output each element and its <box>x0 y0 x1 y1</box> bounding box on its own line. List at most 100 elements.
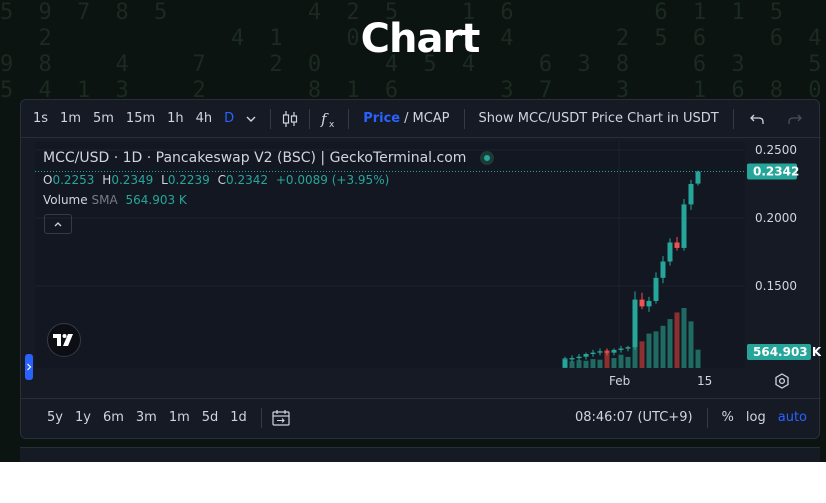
candle-body <box>569 358 575 360</box>
log-scale-toggle[interactable]: log <box>740 410 772 425</box>
volume-badge: 564.903 K <box>753 345 821 359</box>
candle-body <box>688 184 694 205</box>
tradingview-logo[interactable] <box>47 323 81 357</box>
time-axis[interactable]: Feb 15 <box>35 368 745 394</box>
show-usdt-chart-button[interactable]: Show MCC/USDT Price Chart in USDT <box>473 111 725 126</box>
chart-settings-icon[interactable] <box>773 372 791 394</box>
toolbar-divider <box>732 108 734 129</box>
open-value: 0.2253 <box>52 173 95 187</box>
ohlc-values: O0.2253 H0.2349 L0.2239 C0.2342 +0.0089 … <box>43 173 390 187</box>
toolbar-divider <box>309 108 311 129</box>
time-tick-feb: Feb <box>609 374 631 388</box>
toolbar-divider <box>270 108 272 129</box>
redo-icon[interactable] <box>784 108 806 130</box>
volume-bar <box>597 359 603 368</box>
candle-body <box>618 348 624 350</box>
range-5y[interactable]: 5y <box>41 410 69 425</box>
svg-text:f: f <box>320 110 329 128</box>
range-1y[interactable]: 1y <box>69 410 97 425</box>
undo-icon[interactable] <box>746 108 768 130</box>
volume-bar <box>660 325 666 368</box>
change-value: +0.0089 (+3.95%) <box>275 173 390 187</box>
interval-1h[interactable]: 1h <box>161 111 190 126</box>
toolbar-divider <box>463 108 465 129</box>
price-tick-label: 0.2500 <box>755 143 797 157</box>
range-divider <box>706 407 708 428</box>
range-6m[interactable]: 6m <box>97 410 130 425</box>
price-mcap-slash: / <box>404 111 409 126</box>
price-tick-label: 0.1500 <box>755 279 797 293</box>
volume-bar <box>625 356 631 368</box>
candle-body <box>611 349 617 353</box>
candle-body <box>576 356 582 359</box>
volume-bar <box>653 331 659 368</box>
volume-bar <box>646 333 652 368</box>
candle-body <box>681 204 687 248</box>
volume-value: 564.903 K <box>125 193 187 207</box>
sidebar-toggle-handle[interactable] <box>25 354 33 380</box>
volume-bar <box>681 308 687 368</box>
range-5d[interactable]: 5d <box>196 410 225 425</box>
price-toggle[interactable]: Price <box>357 111 402 126</box>
interval-4h[interactable]: 4h <box>190 111 219 126</box>
volume-label: Volume <box>43 193 88 207</box>
candle-body <box>625 347 631 349</box>
go-to-date-icon[interactable] <box>270 407 292 429</box>
current-price-badge: 0.2342 <box>753 164 799 178</box>
price-tick-label: 0.2000 <box>755 211 797 225</box>
range-divider <box>260 407 262 428</box>
range-3m[interactable]: 3m <box>130 410 163 425</box>
utc-clock[interactable]: 08:46:07 (UTC+9) <box>569 410 699 425</box>
chevron-up-icon <box>54 222 62 227</box>
page-bottom-strip <box>0 462 826 503</box>
candle-body <box>639 299 645 307</box>
interval-15m[interactable]: 15m <box>120 111 161 126</box>
page-title: Chart <box>360 16 481 62</box>
volume-bar <box>583 360 589 368</box>
candle-body <box>646 300 652 307</box>
candle-body <box>597 351 603 353</box>
price-axis[interactable]: 0.2500 0.2000 0.1500 0.2342 564.903 K <box>747 138 822 368</box>
mcap-toggle[interactable]: MCAP <box>411 111 456 126</box>
volume-bar <box>688 321 694 368</box>
volume-bar <box>611 358 617 368</box>
interval-1m[interactable]: 1m <box>54 111 87 126</box>
range-1d[interactable]: 1d <box>224 410 253 425</box>
candles-icon[interactable] <box>279 108 301 130</box>
candle-body <box>667 242 673 262</box>
volume-bar <box>576 360 582 368</box>
chart-legend: MCC/USD · 1D · Pancakeswap V2 (BSC) | Ge… <box>43 150 495 207</box>
volume-bar <box>618 354 624 368</box>
close-value: 0.2342 <box>226 173 269 187</box>
candle-body <box>674 242 680 248</box>
interval-1s[interactable]: 1s <box>27 111 54 126</box>
chart-toolbar: 1s 1m 5m 15m 1h 4h D f x Price / MCAP Sh… <box>21 100 821 138</box>
toolbar-divider <box>348 108 350 129</box>
percent-scale-toggle[interactable]: % <box>716 410 740 425</box>
sma-label: SMA <box>91 193 118 207</box>
auto-scale-toggle[interactable]: auto <box>772 410 821 425</box>
volume-bar <box>590 359 596 368</box>
market-status-icon <box>480 151 495 165</box>
svg-text:x: x <box>329 120 335 129</box>
low-value: 0.2239 <box>167 173 210 187</box>
fx-icon[interactable]: f x <box>318 108 340 130</box>
volume-bar <box>569 361 575 368</box>
candle-body <box>660 261 666 278</box>
volume-bar <box>695 349 701 368</box>
candle-body <box>632 299 638 348</box>
candle-body <box>583 354 589 357</box>
legend-collapse-button[interactable] <box>44 214 72 234</box>
volume-bar <box>667 319 673 368</box>
range-1m[interactable]: 1m <box>163 410 196 425</box>
interval-d[interactable]: D <box>218 111 240 126</box>
interval-5m[interactable]: 5m <box>87 111 120 126</box>
chart-widget: 1s 1m 5m 15m 1h 4h D f x Price / MCAP Sh… <box>20 99 822 439</box>
time-tick-15: 15 <box>697 374 713 388</box>
volume-bar <box>674 312 680 368</box>
chevron-down-icon[interactable] <box>240 108 262 130</box>
high-value: 0.2349 <box>111 173 154 187</box>
candle-body <box>653 277 659 301</box>
candle-body <box>562 359 568 368</box>
volume-bar <box>639 341 645 368</box>
